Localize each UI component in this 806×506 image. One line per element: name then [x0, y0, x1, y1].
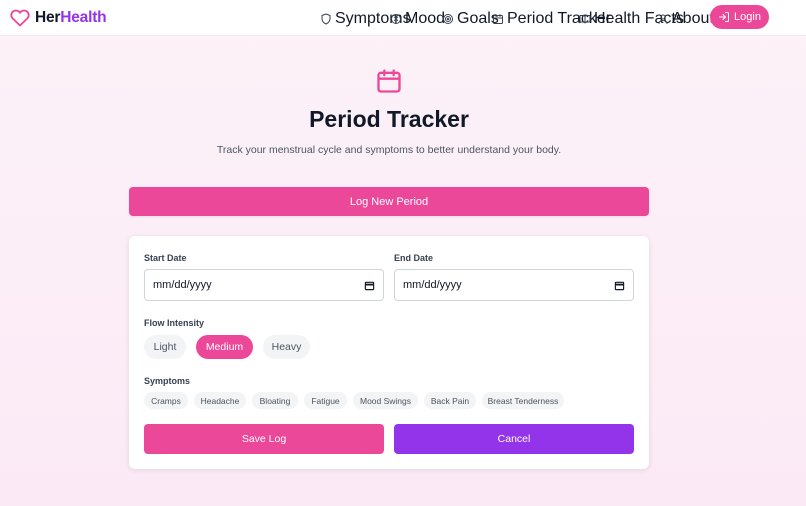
- symptom-chip-breast-tenderness[interactable]: Breast Tenderness: [482, 392, 564, 409]
- login-button[interactable]: Login: [710, 5, 769, 29]
- start-date-input[interactable]: mm/dd/yyyy: [144, 269, 384, 301]
- brain-icon: [391, 14, 401, 24]
- brand-name: HerHealth: [35, 9, 107, 27]
- flow-option-medium[interactable]: Medium: [196, 335, 253, 359]
- target-icon: [443, 14, 453, 24]
- flow-intensity-label: Flow Intensity: [144, 318, 205, 328]
- symptom-chip-back-pain[interactable]: Back Pain: [424, 392, 476, 409]
- cancel-button[interactable]: Cancel: [394, 424, 634, 454]
- symptom-chip-bloating[interactable]: Bloating: [252, 392, 298, 409]
- nav-item-about[interactable]: About: [657, 10, 714, 28]
- nav-item-mood[interactable]: Mood: [390, 10, 445, 28]
- navbar: HerHealth Symptoms Mood Goals Period Tra…: [0, 0, 806, 36]
- heart-icon: [10, 9, 30, 27]
- start-date-value: mm/dd/yyyy: [153, 279, 212, 291]
- calendar-icon: [377, 69, 401, 93]
- login-icon: [719, 12, 730, 22]
- nav-label: About: [672, 10, 714, 27]
- flow-option-light[interactable]: Light: [144, 335, 186, 359]
- end-date-value: mm/dd/yyyy: [403, 279, 462, 291]
- book-icon: [579, 15, 591, 24]
- start-date-label: Start Date: [144, 253, 187, 263]
- calendar-icon: [493, 14, 503, 24]
- flow-option-heavy[interactable]: Heavy: [263, 335, 310, 359]
- nav-label: Mood: [405, 10, 446, 27]
- symptom-chip-headache[interactable]: Headache: [194, 392, 246, 409]
- shield-icon: [321, 13, 331, 25]
- symptom-chip-fatigue[interactable]: Fatigue: [304, 392, 347, 409]
- page-subtitle: Track your menstrual cycle and symptoms …: [216, 144, 562, 156]
- symptoms-label: Symptoms: [144, 376, 191, 386]
- save-log-button[interactable]: Save Log: [144, 424, 384, 454]
- symptom-chip-cramps[interactable]: Cramps: [144, 392, 188, 409]
- user-icon: [658, 14, 668, 24]
- log-new-period-button[interactable]: Log New Period: [129, 187, 649, 216]
- calendar-picker-icon[interactable]: [614, 280, 625, 291]
- brand-logo[interactable]: HerHealth: [10, 8, 107, 28]
- page-title: Period Tracker: [309, 106, 469, 132]
- symptom-chip-mood-swings[interactable]: Mood Swings: [353, 392, 418, 409]
- end-date-input[interactable]: mm/dd/yyyy: [394, 269, 634, 301]
- login-label: Login: [734, 11, 761, 23]
- brand-name-part2: Health: [60, 9, 107, 26]
- brand-name-part1: Her: [35, 9, 61, 26]
- end-date-label: End Date: [394, 253, 434, 263]
- calendar-picker-icon[interactable]: [364, 280, 375, 291]
- nav-item-goals[interactable]: Goals: [442, 10, 499, 28]
